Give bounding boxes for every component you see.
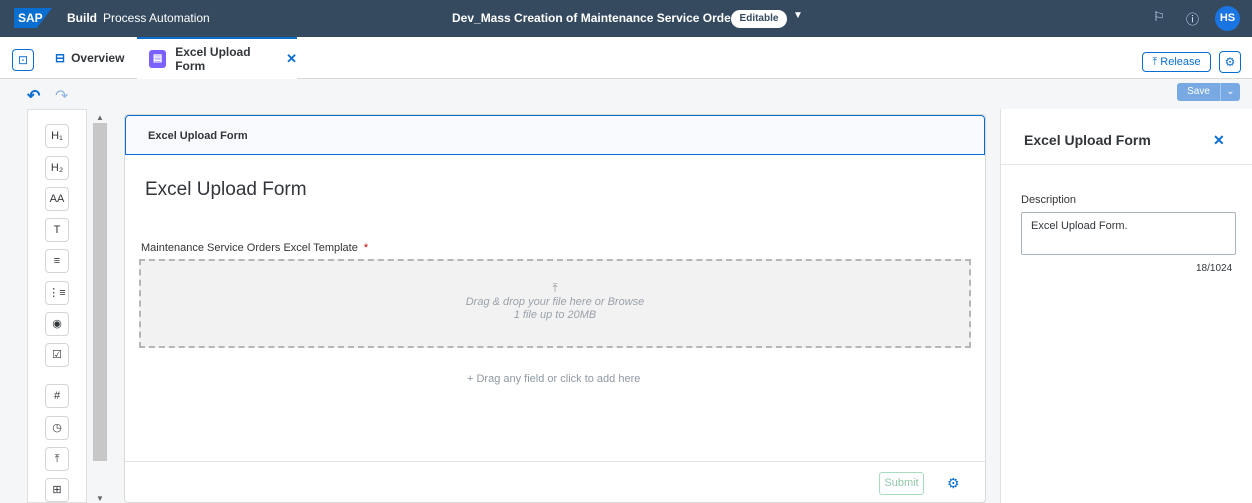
- upload-icon[interactable]: ⤒: [45, 447, 69, 471]
- checkbox-icon[interactable]: ☑: [45, 343, 69, 367]
- tab-label: Overview: [71, 51, 125, 65]
- form-header[interactable]: Excel Upload Form: [125, 115, 985, 155]
- description-label: Description: [1021, 194, 1077, 206]
- redo-icon[interactable]: ↷: [55, 86, 68, 106]
- date-icon[interactable]: ◷: [45, 416, 69, 440]
- field-label[interactable]: Maintenance Service Orders Excel Templat…: [141, 242, 368, 254]
- overview-icon: ⊟: [55, 51, 66, 65]
- list-icon[interactable]: ⋮≡: [45, 281, 69, 305]
- help-icon[interactable]: ⓘ: [1186, 9, 1199, 28]
- char-counter: 18/1024: [1196, 263, 1233, 274]
- tab-bar: ⊡ ⊟ Overview ▤ Excel Upload Form ✕: [0, 37, 1252, 79]
- drop-instruction: Drag & drop your file here or Browse: [465, 296, 645, 308]
- upload-icon: ⤒: [1152, 56, 1158, 68]
- text-icon[interactable]: T: [45, 218, 69, 242]
- toggle-panel-icon[interactable]: ⊡: [12, 49, 34, 71]
- close-icon[interactable]: ✕: [1213, 132, 1225, 149]
- form-footer-divider: [125, 461, 985, 462]
- submit-button[interactable]: Submit: [879, 472, 924, 495]
- tab-overview[interactable]: ⊟ Overview: [55, 37, 143, 79]
- release-button[interactable]: ⤒ Release: [1142, 52, 1211, 72]
- gear-icon[interactable]: ⚙: [947, 475, 960, 492]
- scroll-up-icon[interactable]: ▲: [96, 113, 104, 122]
- chevron-down-icon[interactable]: ▼: [793, 10, 803, 21]
- settings-icon[interactable]: ⚙: [1219, 51, 1241, 73]
- description-field[interactable]: Excel Upload Form.: [1021, 212, 1236, 255]
- form-canvas: Excel Upload Form Excel Upload Form Main…: [124, 114, 986, 503]
- project-title: Dev_Mass Creation of Maintenance Service…: [452, 11, 743, 25]
- shell-bar: SAP Build Process Automation Dev_Mass Cr…: [0, 0, 1252, 37]
- sap-logo[interactable]: SAP: [14, 8, 52, 28]
- table-icon[interactable]: ⊞: [45, 478, 69, 502]
- text-style-icon[interactable]: AA: [45, 187, 69, 211]
- app-build-label: Build: [67, 11, 97, 25]
- heading2-icon[interactable]: H₂: [45, 156, 69, 180]
- upload-icon: ⤒: [552, 281, 558, 295]
- document-icon: ▤: [149, 50, 167, 68]
- paragraph-icon[interactable]: ≡: [45, 249, 69, 273]
- avatar[interactable]: HS: [1215, 6, 1240, 31]
- control-palette: H₁ H₂ AA T ≡ ⋮≡ ◉ ☑ # ◷ ⤒ ⊞: [27, 109, 87, 503]
- palette-scrollbar[interactable]: ▲ ▼: [93, 113, 107, 503]
- file-drop-zone[interactable]: ⤒ Drag & drop your file here or Browse 1…: [139, 259, 971, 348]
- properties-panel: Excel Upload Form ✕ Description Excel Up…: [1000, 109, 1252, 503]
- panel-title: Excel Upload Form: [1024, 132, 1151, 148]
- editable-badge[interactable]: Editable: [731, 10, 787, 28]
- feedback-icon[interactable]: ⚐: [1153, 9, 1165, 25]
- heading1-icon[interactable]: H₁: [45, 124, 69, 148]
- required-marker: *: [363, 242, 369, 254]
- chevron-down-icon[interactable]: ⌄: [1221, 83, 1240, 101]
- close-icon[interactable]: ✕: [286, 51, 297, 67]
- scroll-thumb[interactable]: [93, 123, 107, 461]
- form-title[interactable]: Excel Upload Form: [145, 179, 307, 201]
- drop-limit: 1 file up to 20MB: [513, 309, 597, 321]
- number-icon[interactable]: #: [45, 384, 69, 408]
- scroll-down-icon[interactable]: ▼: [96, 494, 104, 503]
- app-name: Process Automation: [103, 11, 210, 25]
- save-button[interactable]: Save ⌄: [1177, 83, 1240, 101]
- radio-icon[interactable]: ◉: [45, 312, 69, 336]
- undo-icon[interactable]: ↶: [27, 86, 40, 106]
- tab-excel-upload-form[interactable]: ▤ Excel Upload Form ✕: [137, 37, 297, 79]
- panel-divider: [1001, 164, 1252, 165]
- tab-label: Excel Upload Form: [175, 45, 251, 73]
- add-field-prompt[interactable]: + Drag any field or click to add here: [467, 373, 640, 385]
